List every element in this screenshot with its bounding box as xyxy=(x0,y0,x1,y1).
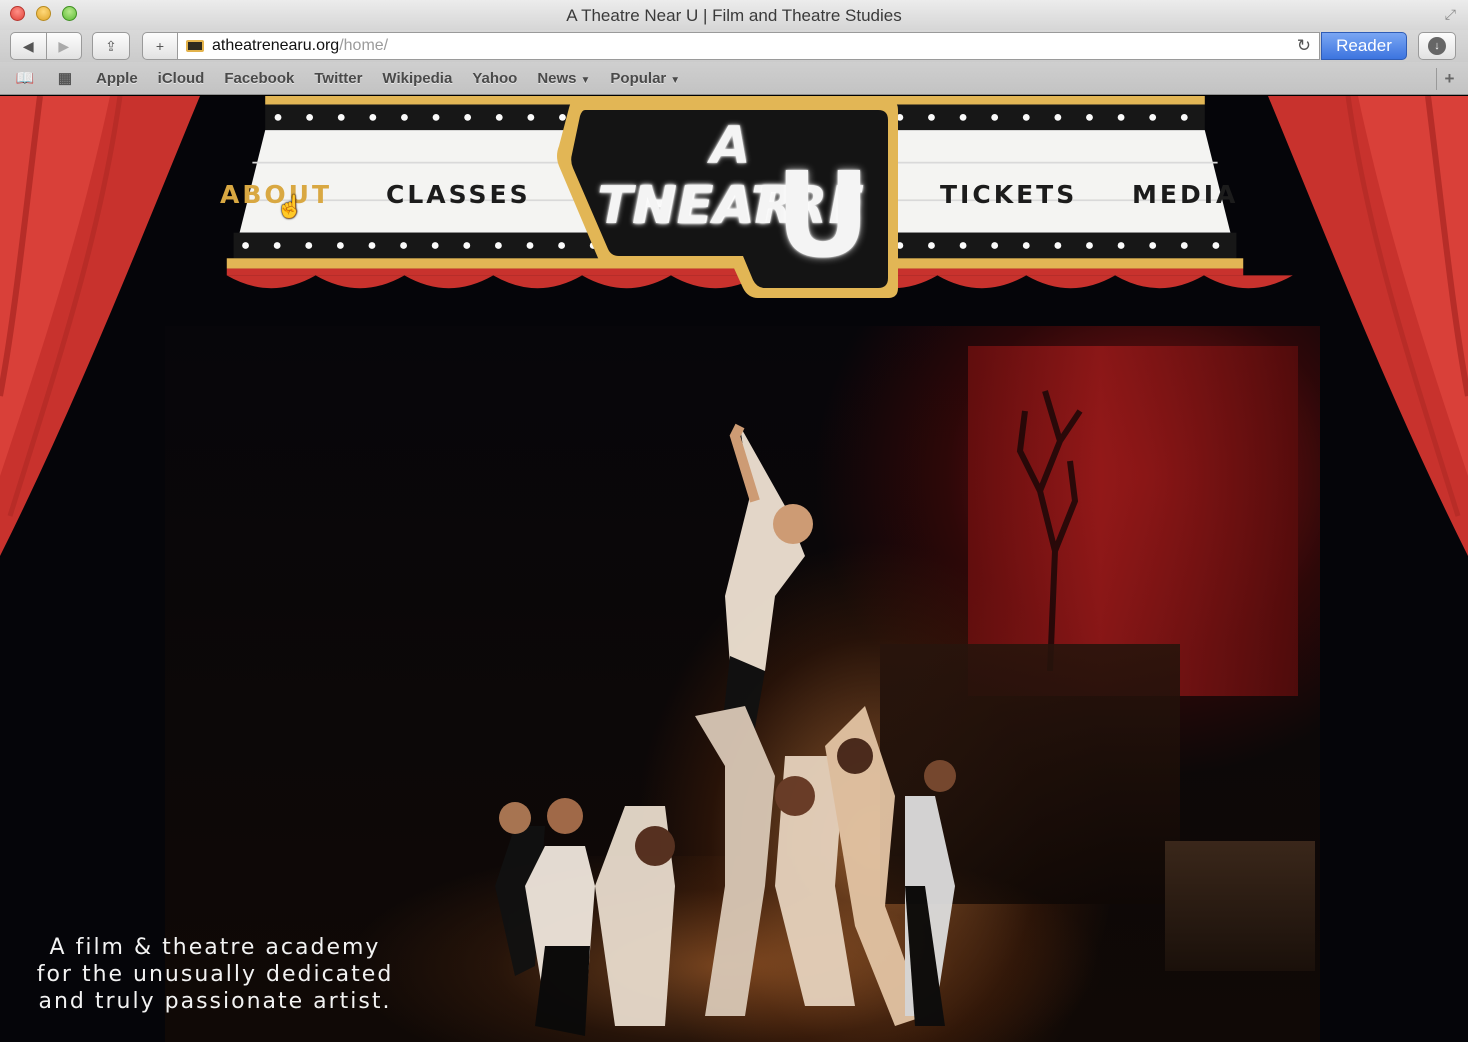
logo-line-near: NEAR xyxy=(632,176,796,236)
chevron-down-icon: ▼ xyxy=(580,74,591,86)
bookmark-yahoo[interactable]: Yahoo xyxy=(472,70,517,87)
marquee-header: A THEATRE NEAR U ABOUT CLASSES TICKETS M… xyxy=(140,96,1330,336)
bookmark-apple[interactable]: Apple xyxy=(96,70,138,87)
forward-button[interactable]: ▶ xyxy=(47,38,82,55)
browser-toolbar: ◀ ▶ ⇪ + atheatrenearu.org /home/ ↻ Reade… xyxy=(0,30,1468,62)
reader-button[interactable]: Reader xyxy=(1321,32,1407,60)
hand-cursor-icon: ☝ xyxy=(276,194,304,219)
bookmark-icloud[interactable]: iCloud xyxy=(158,70,205,87)
downloads-button[interactable]: ↓ xyxy=(1418,32,1456,60)
new-tab-button[interactable]: + xyxy=(1436,68,1462,90)
web-page: A THEATRE NEAR U ABOUT CLASSES TICKETS M… xyxy=(0,96,1468,1042)
url-domain: atheatrenearu.org xyxy=(212,37,340,54)
tagline-line: and truly passionate artist. xyxy=(38,989,392,1014)
nav-classes[interactable]: CLASSES xyxy=(386,180,531,209)
bookmark-facebook[interactable]: Facebook xyxy=(224,70,294,87)
share-button[interactable]: ⇪ xyxy=(92,32,130,60)
tagline-line: A film & theatre academy xyxy=(49,935,381,960)
logo-letter-u: U xyxy=(775,146,871,284)
bookmarks-bar: 📖 ▦ Apple iCloud Facebook Twitter Wikipe… xyxy=(0,62,1468,95)
hero-tagline: A film & theatre academy for the unusual… xyxy=(20,934,410,1015)
fullscreen-icon[interactable]: ⤢ xyxy=(1445,6,1456,23)
nav-tickets[interactable]: TICKETS xyxy=(940,180,1077,209)
address-bar[interactable]: atheatrenearu.org /home/ ↻ xyxy=(178,32,1320,60)
bookmark-folder-news[interactable]: News ▼ xyxy=(537,70,590,87)
chevron-down-icon: ▼ xyxy=(670,74,681,86)
share-icon: ⇪ xyxy=(105,37,117,54)
top-sites-grid-icon[interactable]: ▦ xyxy=(54,69,76,87)
plus-icon: + xyxy=(155,38,165,54)
bookmark-folder-popular[interactable]: Popular ▼ xyxy=(610,70,680,87)
window-title: A Theatre Near U | Film and Theatre Stud… xyxy=(566,6,902,25)
site-favicon-icon xyxy=(186,40,204,52)
nav-media[interactable]: MEDIA xyxy=(1132,180,1238,209)
back-forward-buttons: ◀ ▶ xyxy=(10,32,82,60)
tagline-line: for the unusually dedicated xyxy=(36,962,394,987)
url-path: /home/ xyxy=(339,37,389,54)
reading-list-icon[interactable]: 📖 xyxy=(14,69,36,87)
reload-icon[interactable]: ↻ xyxy=(1297,36,1311,56)
download-icon: ↓ xyxy=(1428,37,1446,55)
bookmark-wikipedia[interactable]: Wikipedia xyxy=(382,70,452,87)
bookmark-twitter[interactable]: Twitter xyxy=(314,70,362,87)
bookmark-folder-label: Popular xyxy=(610,69,667,87)
add-bookmark-button[interactable]: + xyxy=(142,32,178,60)
window-titlebar: A Theatre Near U | Film and Theatre Stud… xyxy=(0,0,1468,30)
back-button[interactable]: ◀ xyxy=(11,38,46,55)
bookmark-folder-label: News xyxy=(537,69,577,87)
